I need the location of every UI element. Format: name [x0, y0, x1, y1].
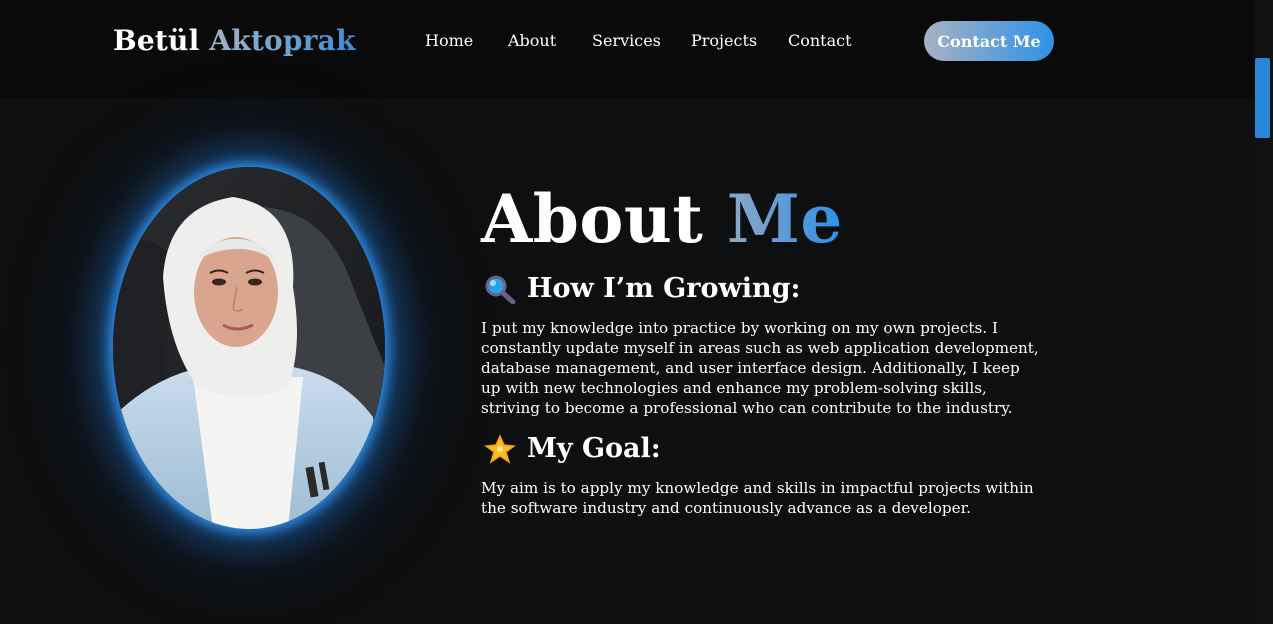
profile-photo-illustration	[113, 167, 385, 529]
logo-first-name: Betül	[113, 24, 200, 57]
nav-about-link[interactable]: About	[508, 31, 556, 50]
contact-me-button[interactable]: Contact Me	[924, 21, 1054, 61]
about-title-accent: Me	[726, 180, 843, 258]
goal-heading-text: My Goal:	[527, 433, 661, 464]
site-logo[interactable]: Betül Aktoprak	[113, 24, 356, 57]
site-header: Betül Aktoprak Home About Services Proje…	[0, 0, 1255, 98]
nav-projects-link[interactable]: Projects	[691, 31, 757, 50]
glowing-star-icon	[483, 433, 517, 464]
about-title: About Me	[481, 180, 843, 258]
nav-contact-link[interactable]: Contact	[788, 31, 852, 50]
nav-home-link[interactable]: Home	[425, 31, 473, 50]
goal-heading: My Goal:	[483, 433, 661, 464]
growing-paragraph: I put my knowledge into practice by work…	[481, 319, 1039, 417]
growing-heading: How I’m Growing:	[483, 273, 800, 304]
nav-services-link[interactable]: Services	[592, 31, 661, 50]
scrollbar-thumb[interactable]	[1255, 58, 1270, 138]
magnifying-glass-icon	[483, 274, 517, 304]
about-title-main: About	[481, 180, 704, 258]
page: Betül Aktoprak Home About Services Proje…	[0, 0, 1273, 624]
goal-paragraph: My aim is to apply my knowledge and skil…	[481, 479, 1034, 517]
growing-heading-text: How I’m Growing:	[527, 273, 801, 304]
logo-last-name: Aktoprak	[209, 24, 356, 57]
profile-photo	[113, 167, 385, 529]
